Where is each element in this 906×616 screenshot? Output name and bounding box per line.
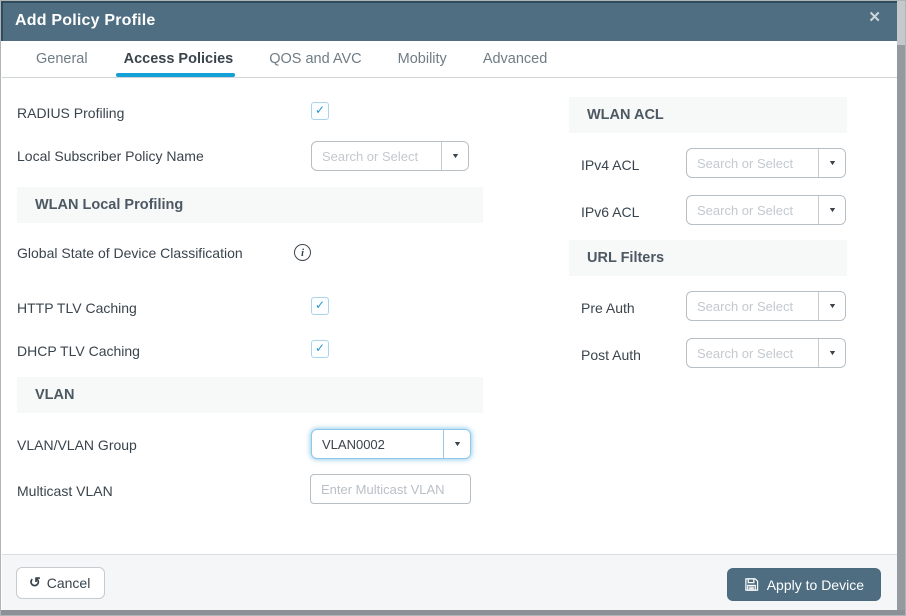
dhcp-tlv-caching-checkbox[interactable]: ✓ [311, 340, 329, 358]
vlan-vlan-group-select[interactable]: ▼ [311, 429, 471, 459]
tab-mobility[interactable]: Mobility [398, 41, 447, 77]
pre-auth-select[interactable]: ▼ [686, 291, 846, 321]
radius-profiling-label: RADIUS Profiling [17, 105, 124, 121]
http-tlv-caching-label: HTTP TLV Caching [17, 300, 137, 316]
modal-title: Add Policy Profile [15, 12, 156, 30]
http-tlv-caching-checkbox[interactable]: ✓ [311, 297, 329, 315]
tab-general[interactable]: General [36, 41, 88, 77]
post-auth-input[interactable] [687, 339, 818, 367]
tab-qos-and-avc[interactable]: QOS and AVC [269, 41, 361, 77]
tab-advanced[interactable]: Advanced [483, 41, 548, 77]
check-icon: ✓ [315, 342, 325, 354]
chevron-down-icon[interactable]: ▼ [818, 292, 845, 320]
modal-titlebar: Add Policy Profile ✕ [1, 1, 899, 41]
info-icon[interactable]: i [294, 244, 311, 261]
wlan-acl-header: WLAN ACL [587, 107, 664, 123]
post-auth-label: Post Auth [581, 347, 641, 363]
local-subscriber-policy-input[interactable] [312, 142, 441, 170]
apply-button-label: Apply to Device [767, 577, 864, 593]
chevron-down-icon[interactable]: ▼ [443, 430, 470, 458]
check-icon: ✓ [315, 299, 325, 311]
url-filters-section: URL Filters [569, 240, 847, 276]
local-subscriber-policy-name-label: Local Subscriber Policy Name [17, 148, 204, 164]
modal-bottom-edge [1, 610, 906, 615]
pre-auth-input[interactable] [687, 292, 818, 320]
ipv6-acl-input[interactable] [687, 196, 818, 224]
scrollbar[interactable] [897, 1, 905, 616]
vlan-vlan-group-label: VLAN/VLAN Group [17, 437, 137, 453]
radius-profiling-checkbox[interactable]: ✓ [311, 102, 329, 120]
vlan-vlan-group-input[interactable] [312, 430, 443, 458]
ipv6-acl-label: IPv6 ACL [581, 204, 639, 220]
dhcp-tlv-caching-label: DHCP TLV Caching [17, 343, 140, 359]
undo-icon: ↺ [29, 574, 41, 591]
wlan-acl-section: WLAN ACL [569, 97, 847, 133]
active-tab-underline [116, 73, 236, 77]
scrollbar-thumb[interactable] [897, 1, 905, 45]
modal-footer: ↺ Cancel Apply to Device [2, 554, 899, 612]
local-subscriber-policy-select[interactable]: ▼ [311, 141, 469, 171]
ipv4-acl-label: IPv4 ACL [581, 157, 639, 173]
wlan-local-profiling-header: WLAN Local Profiling [35, 197, 183, 213]
multicast-vlan-label: Multicast VLAN [17, 483, 113, 499]
cancel-button[interactable]: ↺ Cancel [16, 567, 105, 599]
chevron-down-icon[interactable]: ▼ [818, 339, 845, 367]
cancel-button-label: Cancel [47, 575, 91, 591]
ipv6-acl-select[interactable]: ▼ [686, 195, 846, 225]
check-icon: ✓ [315, 104, 325, 116]
pre-auth-label: Pre Auth [581, 300, 635, 316]
global-state-device-classification-label: Global State of Device Classification [17, 245, 262, 261]
wlan-local-profiling-section: WLAN Local Profiling [17, 187, 483, 223]
chevron-down-icon[interactable]: ▼ [818, 196, 845, 224]
vlan-header: VLAN [35, 387, 74, 403]
apply-to-device-button[interactable]: Apply to Device [727, 568, 881, 601]
add-policy-profile-modal: Add Policy Profile ✕ General Access Poli… [0, 0, 906, 616]
ipv4-acl-select[interactable]: ▼ [686, 148, 846, 178]
close-icon[interactable]: ✕ [868, 10, 881, 25]
save-icon [744, 577, 759, 592]
chevron-down-icon[interactable]: ▼ [441, 142, 468, 170]
tab-bar: General Access Policies QOS and AVC Mobi… [2, 41, 899, 78]
ipv4-acl-input[interactable] [687, 149, 818, 177]
chevron-down-icon[interactable]: ▼ [818, 149, 845, 177]
multicast-vlan-input[interactable] [310, 474, 471, 504]
url-filters-header: URL Filters [587, 250, 664, 266]
post-auth-select[interactable]: ▼ [686, 338, 846, 368]
vlan-section: VLAN [17, 377, 483, 413]
tab-access-policies[interactable]: Access Policies [124, 41, 234, 77]
